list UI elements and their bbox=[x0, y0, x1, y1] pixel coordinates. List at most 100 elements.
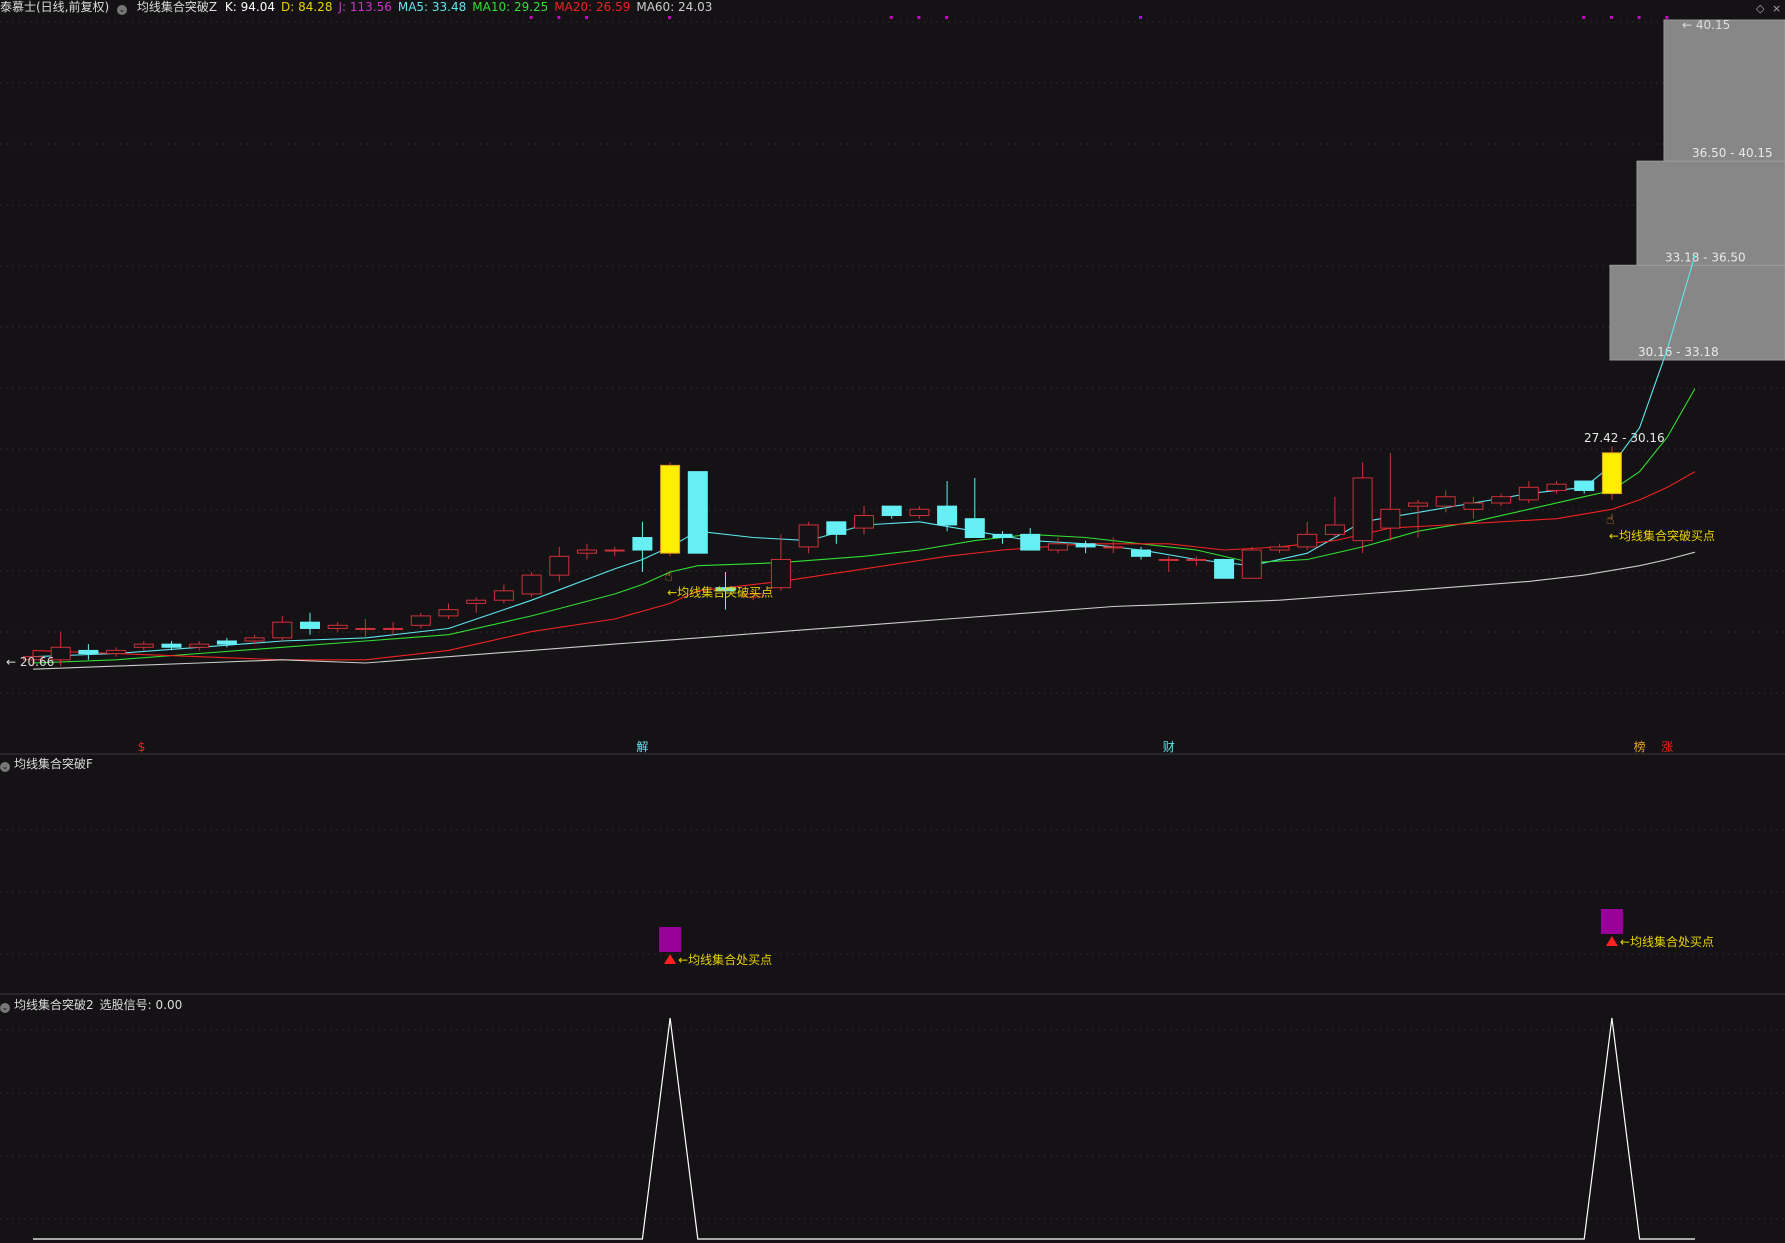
candle-body bbox=[854, 515, 874, 529]
candle-body bbox=[1269, 546, 1290, 551]
candle-body bbox=[1324, 524, 1345, 535]
top-marker bbox=[557, 16, 561, 19]
candle-body bbox=[1020, 533, 1041, 551]
candle-body bbox=[161, 643, 182, 648]
candle-body bbox=[1601, 452, 1622, 495]
candle-body bbox=[604, 549, 625, 552]
candle-body bbox=[937, 505, 958, 526]
grid-lines bbox=[0, 21, 1785, 1220]
candle-body bbox=[770, 558, 791, 589]
candle-body bbox=[1546, 483, 1567, 491]
candle-body bbox=[355, 627, 376, 630]
signal-pane: ←均线集合处买点 ←均线集合处买点 bbox=[659, 909, 1714, 967]
candle-body bbox=[1352, 477, 1373, 542]
candle-body bbox=[1214, 558, 1235, 579]
event-tag: 解 bbox=[636, 740, 648, 754]
pointer-hand-icon: ☝ bbox=[664, 568, 673, 584]
price-zone-label: 33.18 - 36.50 bbox=[1665, 250, 1746, 264]
candle-body bbox=[1186, 558, 1207, 561]
candle-body bbox=[521, 574, 542, 595]
candle-body bbox=[549, 555, 570, 576]
price-zones: 27.42 - 30.16 30.16 - 33.18 33.18 - 36.50 3… bbox=[1584, 19, 1785, 445]
candle-body bbox=[106, 649, 127, 655]
candle-body bbox=[798, 524, 819, 548]
candle-body bbox=[687, 471, 708, 554]
candle-body bbox=[189, 643, 210, 648]
top-marker bbox=[1665, 16, 1669, 19]
indicator-value: MA5: 33.48 bbox=[397, 0, 467, 14]
signal-bar bbox=[659, 927, 682, 952]
pointer-hand-icon: ☝ bbox=[1606, 512, 1615, 528]
top-marker bbox=[668, 16, 672, 19]
pane3-header: ⌄ 均线集合突破2 选股信号: 0.00 bbox=[0, 996, 182, 1013]
top-marker bbox=[1609, 16, 1613, 19]
top-marker bbox=[529, 16, 533, 19]
collapse-icon[interactable]: ⌄ bbox=[117, 5, 128, 15]
price-zone-label: 36.50 - 40.15 bbox=[1692, 146, 1773, 160]
candle-body bbox=[1075, 543, 1096, 548]
top-marker bbox=[889, 16, 893, 19]
candle-body bbox=[1047, 543, 1068, 551]
candle-body bbox=[964, 518, 985, 539]
candle-body bbox=[1491, 496, 1512, 504]
top-marker bbox=[945, 16, 949, 19]
price-zone-label: 27.42 - 30.16 bbox=[1584, 431, 1665, 445]
top-marker bbox=[585, 16, 588, 19]
candlesticks bbox=[23, 446, 1622, 667]
candle-body bbox=[438, 609, 459, 617]
candle-body bbox=[632, 537, 653, 551]
event-tag: 涨 bbox=[1661, 739, 1673, 754]
stock-label: 泰慕士(日线,前复权) bbox=[0, 0, 110, 14]
candle-body bbox=[466, 599, 487, 604]
top-marker bbox=[917, 16, 921, 19]
candle-body bbox=[909, 508, 930, 517]
candle-body bbox=[1574, 480, 1595, 491]
candle-body bbox=[1131, 549, 1151, 557]
pane3-value: 选股信号: 0.00 bbox=[99, 998, 183, 1012]
pane2-header: ⌄ 均线集合突破F bbox=[0, 755, 93, 772]
candle-body bbox=[383, 627, 404, 630]
candle-body bbox=[577, 549, 597, 554]
top-marker bbox=[1582, 16, 1586, 19]
buy-point-annotation: ←均线集合突破买点 bbox=[667, 584, 773, 599]
candle-body bbox=[1408, 502, 1428, 507]
event-tag: 财 bbox=[1163, 740, 1175, 754]
signal-triangle bbox=[1605, 936, 1618, 946]
candle-body bbox=[327, 624, 348, 629]
selection-signal-pane bbox=[33, 1017, 1695, 1240]
candle-body bbox=[826, 521, 847, 535]
moving-average-lines bbox=[32, 255, 1696, 670]
chart-header: 泰慕士(日线,前复权) ⌄ 均线集合突破Z K: 94.04 D: 84.28 J:… bbox=[0, 0, 724, 15]
ma60-line bbox=[32, 551, 1696, 670]
signal-triangle bbox=[664, 954, 677, 964]
indicator-value: K: 94.04 bbox=[224, 0, 275, 14]
candle-body bbox=[216, 640, 237, 645]
candle-body bbox=[1380, 508, 1401, 529]
annotations: ← 20.66← 40.15☝←均线集合突破买点☝←均线集合突破买点$ 解财榜涨 bbox=[6, 16, 1730, 754]
candle-body bbox=[1435, 496, 1456, 507]
price-low-label: ← 20.66 bbox=[6, 655, 54, 669]
close-icon[interactable]: × bbox=[1772, 2, 1781, 15]
collapse-icon[interactable]: ⌄ bbox=[0, 1003, 10, 1013]
price-high-label: ← 40.15 bbox=[1682, 18, 1730, 32]
candle-body bbox=[493, 590, 514, 601]
event-tag: $ bbox=[138, 740, 146, 754]
selection-signal-line bbox=[33, 1017, 1695, 1240]
indicator-value: MA10: 29.25 bbox=[472, 0, 549, 14]
candle-body bbox=[410, 615, 431, 626]
candle-body bbox=[1103, 546, 1124, 549]
top-marker bbox=[1637, 16, 1641, 19]
price-zone-label: 30.16 - 33.18 bbox=[1638, 345, 1719, 359]
indicator-values: K: 94.04 D: 84.28 J: 113.56 MA5: 33.48 MA10:… bbox=[225, 0, 719, 14]
ma5-line bbox=[32, 255, 1696, 658]
candle-body bbox=[881, 505, 902, 517]
indicator-value: D: 84.28 bbox=[281, 0, 333, 14]
candle-body bbox=[78, 649, 99, 655]
buy-point-annotation: ←均线集合突破买点 bbox=[1609, 528, 1715, 543]
indicator-value: MA20: 26.59 bbox=[554, 0, 631, 14]
collapse-icon[interactable]: ⌄ bbox=[0, 762, 10, 772]
candle-body bbox=[1518, 486, 1539, 501]
candle-body bbox=[133, 643, 154, 648]
candle-body bbox=[1241, 549, 1262, 579]
diamond-icon[interactable]: ◇ bbox=[1756, 2, 1764, 15]
